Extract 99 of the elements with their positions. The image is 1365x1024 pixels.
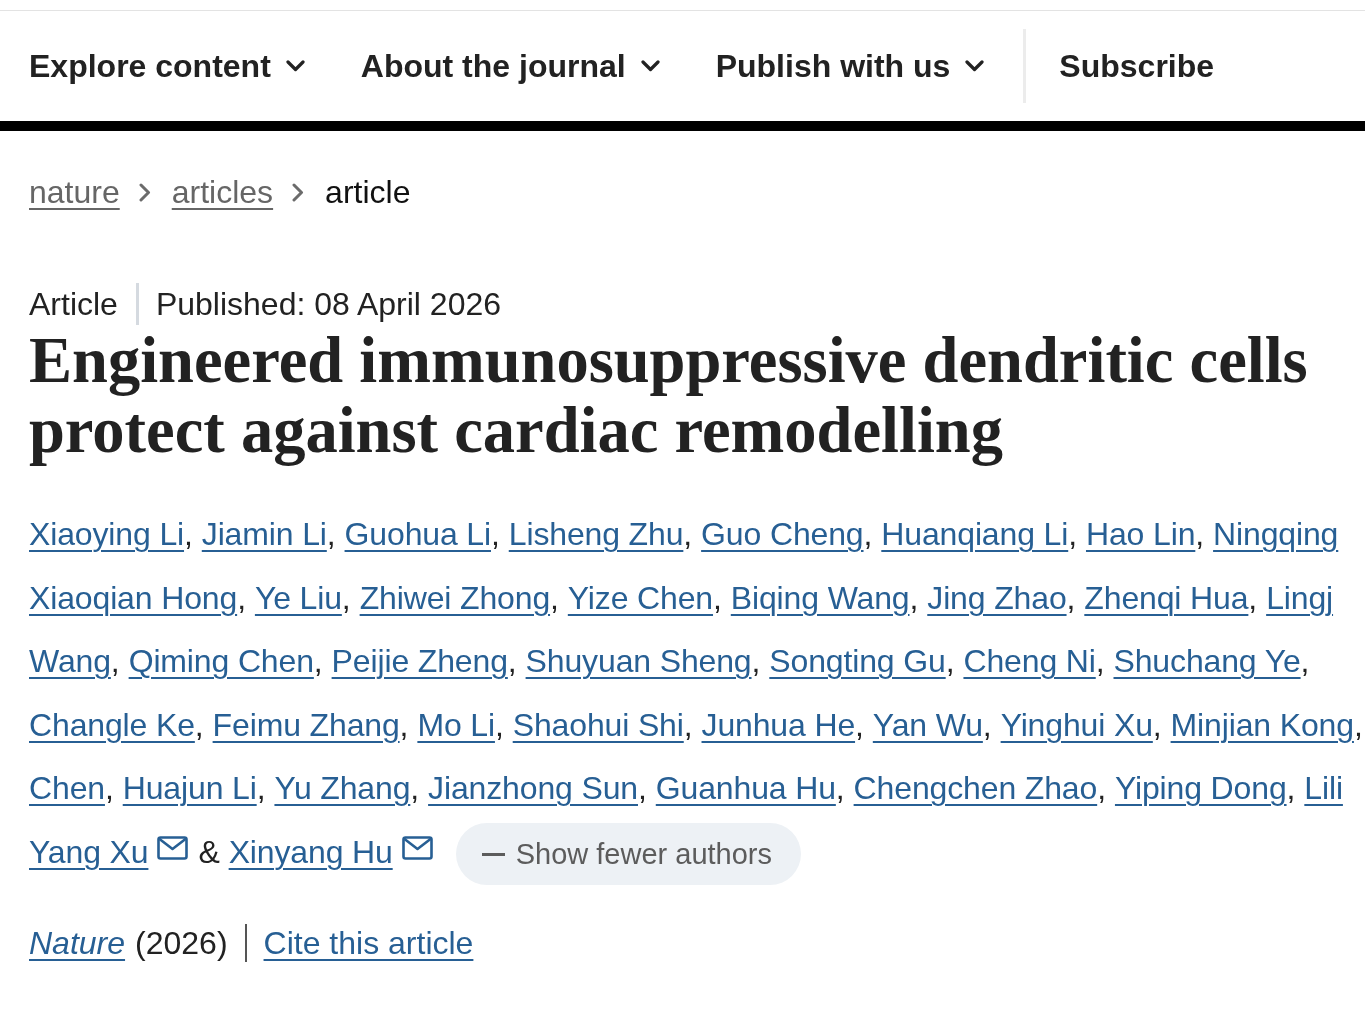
author-link[interactable]: Biqing Wang: [730, 579, 910, 616]
envelope-icon[interactable]: [157, 835, 189, 860]
author-link[interactable]: Yu Zhang: [274, 770, 411, 806]
author-separator: ,: [110, 643, 120, 679]
author-link[interactable]: Peijie Zheng: [331, 643, 508, 679]
author-separator: ,: [237, 579, 246, 616]
author-separator: ,: [1248, 579, 1258, 616]
author-link[interactable]: Wang: [29, 643, 111, 679]
author-separator: ,: [751, 643, 761, 679]
author-separator: ,: [835, 770, 845, 806]
article-title: Engineered immunosuppressive dendritic cells protect against cardiac remodelling: [29, 326, 1309, 466]
author-separator: ,: [326, 516, 336, 552]
author-link[interactable]: Shuchang Ye: [1113, 643, 1301, 679]
author-separator: ,: [909, 579, 919, 616]
author-link[interactable]: Lingj: [1266, 579, 1334, 616]
author-link[interactable]: Minjian Kong: [1170, 706, 1354, 743]
author-link[interactable]: Hao Lin: [1086, 516, 1196, 552]
author-link[interactable]: Lisheng Zhu: [508, 516, 684, 552]
author-separator: ,: [313, 643, 323, 679]
author-link[interactable]: Shuyuan Sheng: [525, 643, 752, 679]
author-link[interactable]: Changle Ke: [29, 706, 195, 743]
chevron-right-icon: [138, 182, 151, 202]
author-separator: ,: [1353, 706, 1363, 743]
author-link[interactable]: Jing Zhao: [927, 579, 1067, 616]
breadcrumb-link[interactable]: articles: [171, 173, 274, 211]
author-link[interactable]: Chengchen Zhao: [853, 770, 1098, 806]
author-separator: ,: [184, 516, 193, 552]
author-separator: ,: [683, 706, 693, 743]
author-separator: ,: [507, 643, 517, 679]
publication-year: (2026): [135, 924, 228, 962]
author-separator: ,: [713, 579, 722, 616]
author-separator: ,: [1152, 706, 1162, 743]
author-separator: ,: [855, 706, 864, 743]
nav-menu-button[interactable]: Explore content: [29, 47, 305, 85]
author-separator: ,: [1195, 516, 1205, 552]
author-separator: ,: [410, 770, 420, 806]
author-link[interactable]: Zhenqi Hua: [1084, 579, 1249, 616]
author-link[interactable]: Cheng Ni: [963, 643, 1096, 679]
author-separator: &: [198, 833, 220, 870]
article-type: Article: [29, 285, 118, 323]
author-separator: ,: [491, 516, 500, 552]
author-separator: ,: [550, 579, 559, 616]
author-link[interactable]: Shaohui Shi: [512, 706, 684, 743]
author-separator: ,: [1300, 643, 1310, 679]
nav-menu-button[interactable]: About the journal: [360, 47, 660, 85]
author-separator: ,: [1095, 643, 1105, 679]
breadcrumb-current: article: [325, 173, 411, 211]
author-link[interactable]: Ye Liu: [254, 579, 342, 616]
author-separator: ,: [683, 516, 693, 552]
author-link[interactable]: Ningqing: [1213, 516, 1339, 552]
author-link[interactable]: Xiaoying Li: [29, 516, 184, 552]
chevron-down-icon: [965, 60, 985, 72]
author-link[interactable]: Lili: [1304, 770, 1343, 806]
author-link[interactable]: Zhiwei Zhong: [359, 579, 551, 616]
publication-date: Published: 08 April 2026: [155, 285, 502, 323]
author-separator: ,: [1068, 516, 1077, 552]
author-link[interactable]: Junhua He: [701, 706, 856, 743]
breadcrumb-link[interactable]: nature: [29, 173, 120, 211]
author-link[interactable]: Xiaoqian Hong: [29, 579, 238, 616]
journal-link[interactable]: Nature: [29, 924, 126, 962]
author-separator: ,: [1097, 770, 1106, 806]
author-separator: ,: [194, 706, 204, 743]
author-separator: ,: [256, 770, 266, 806]
author-separator: ,: [399, 706, 409, 743]
chevron-down-icon: [285, 60, 305, 72]
author-separator: ,: [863, 516, 873, 552]
author-link[interactable]: Xinyang Hu: [228, 833, 393, 870]
author-link[interactable]: Chen: [29, 770, 105, 806]
author-link[interactable]: Yize Chen: [567, 579, 713, 616]
author-separator: ,: [494, 706, 504, 743]
author-separator: ,: [638, 770, 647, 806]
author-link[interactable]: Songting Gu: [769, 643, 946, 679]
author-link[interactable]: Yiping Dong: [1114, 770, 1287, 806]
author-separator: ,: [1286, 770, 1296, 806]
author-link[interactable]: Guanhua Hu: [655, 770, 836, 806]
envelope-icon[interactable]: [401, 835, 433, 860]
show-fewer-authors-button[interactable]: Show fewer authors: [455, 823, 801, 886]
author-separator: ,: [1066, 579, 1076, 616]
author-separator: ,: [982, 706, 992, 743]
author-separator: ,: [104, 770, 114, 806]
author-link[interactable]: Jiamin Li: [201, 516, 327, 552]
chevron-down-icon: [640, 60, 660, 72]
author-link[interactable]: Mo Li: [417, 706, 495, 743]
cite-article-link[interactable]: Cite this article: [263, 924, 474, 962]
author-link[interactable]: Yan Wu: [872, 706, 983, 743]
author-separator: ,: [341, 579, 351, 616]
author-link[interactable]: Yinghui Xu: [1000, 706, 1153, 743]
author-link[interactable]: Huajun Li: [122, 770, 257, 806]
author-link[interactable]: Yang Xu: [29, 833, 149, 870]
author-link[interactable]: Guohua Li: [344, 516, 491, 552]
author-separator: ,: [945, 643, 955, 679]
author-link[interactable]: Qiming Chen: [128, 643, 314, 679]
author-link[interactable]: Jianzhong Sun: [428, 770, 638, 806]
nav-menu-button[interactable]: Publish with us: [715, 47, 985, 85]
author-link[interactable]: Guo Cheng: [701, 516, 864, 552]
nav-link[interactable]: Subscribe: [1023, 29, 1215, 103]
author-link[interactable]: Feimu Zhang: [212, 706, 400, 743]
chevron-right-icon: [292, 182, 305, 202]
author-link[interactable]: Huanqiang Li: [881, 516, 1069, 552]
